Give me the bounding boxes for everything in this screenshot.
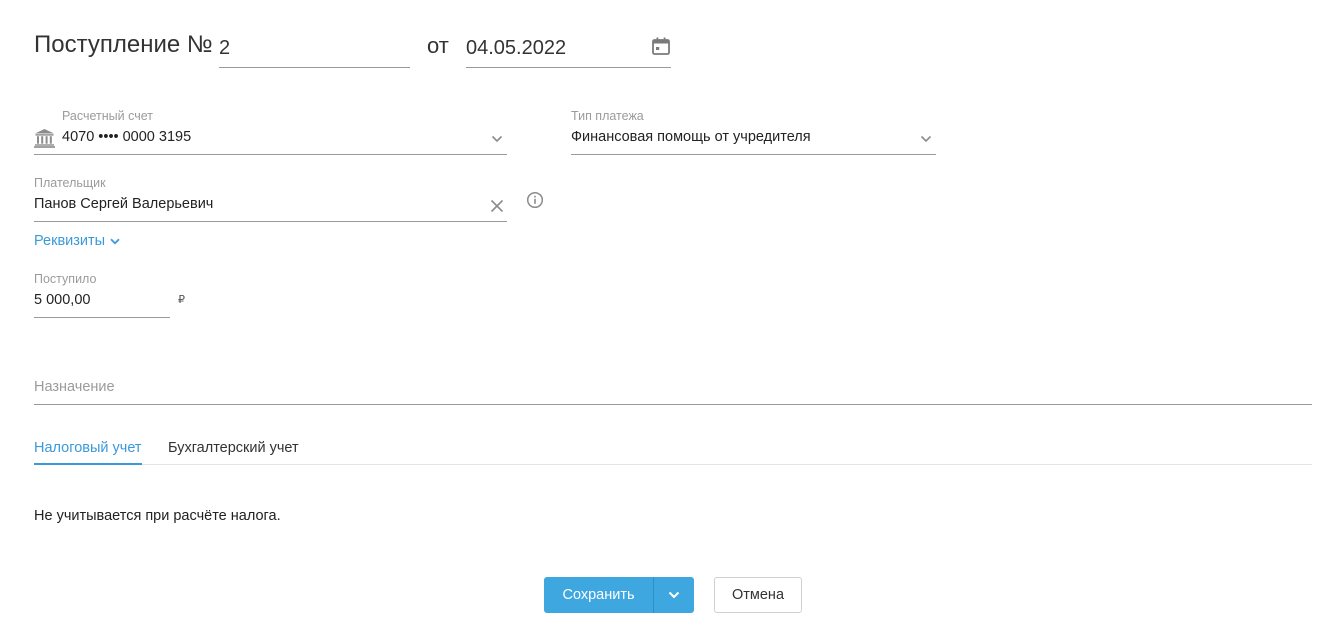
cancel-button[interactable]: Отмена bbox=[714, 577, 802, 613]
tab-tax-accounting[interactable]: Налоговый учет bbox=[34, 437, 142, 465]
document-date-field[interactable] bbox=[466, 30, 671, 68]
save-options-button[interactable] bbox=[654, 577, 694, 613]
calendar-icon[interactable] bbox=[651, 36, 671, 56]
page-title: Поступление № bbox=[34, 31, 213, 58]
document-date-input[interactable] bbox=[466, 30, 636, 64]
payment-type-label: Тип платежа bbox=[571, 109, 644, 123]
date-prefix-label: от bbox=[427, 33, 449, 58]
bank-icon bbox=[34, 129, 55, 148]
payer-value: Панов Сергей Валерьевич bbox=[34, 196, 214, 212]
tax-note: Не учитывается при расчёте налога. bbox=[34, 508, 281, 524]
received-amount-value: 5 000,00 bbox=[34, 292, 91, 308]
chevron-down-icon[interactable] bbox=[491, 135, 503, 143]
purpose-placeholder: Назначение bbox=[34, 379, 115, 395]
requisites-toggle[interactable]: Реквизиты bbox=[34, 233, 120, 249]
payment-type-select[interactable]: Финансовая помощь от учредителя bbox=[571, 126, 936, 155]
info-icon[interactable] bbox=[526, 191, 544, 209]
accounting-tabs: Налоговый учет Бухгалтерский учет bbox=[34, 437, 1312, 465]
save-button[interactable]: Сохранить bbox=[544, 577, 653, 613]
payment-type-value: Финансовая помощь от учредителя bbox=[571, 129, 811, 145]
account-value: 4070 •••• 0000 3195 bbox=[62, 129, 192, 145]
payer-field[interactable]: Панов Сергей Валерьевич bbox=[34, 193, 507, 222]
currency-symbol: ₽ bbox=[178, 294, 185, 306]
clear-icon[interactable] bbox=[489, 198, 505, 214]
received-amount-field[interactable]: 5 000,00 bbox=[34, 289, 170, 318]
save-button-group: Сохранить bbox=[544, 577, 694, 613]
payer-label: Плательщик bbox=[34, 176, 106, 190]
received-label: Поступило bbox=[34, 272, 97, 286]
account-select[interactable]: 4070 •••• 0000 3195 bbox=[34, 126, 507, 155]
requisites-label: Реквизиты bbox=[34, 233, 106, 249]
document-number-field[interactable] bbox=[219, 30, 410, 68]
account-label: Расчетный счет bbox=[62, 109, 153, 123]
chevron-down-icon bbox=[668, 591, 680, 599]
chevron-down-icon[interactable] bbox=[920, 135, 932, 143]
chevron-down-icon bbox=[110, 238, 120, 245]
document-number-input[interactable] bbox=[219, 30, 410, 64]
tab-bookkeeping[interactable]: Бухгалтерский учет bbox=[168, 437, 299, 465]
purpose-field[interactable]: Назначение bbox=[34, 370, 1312, 405]
